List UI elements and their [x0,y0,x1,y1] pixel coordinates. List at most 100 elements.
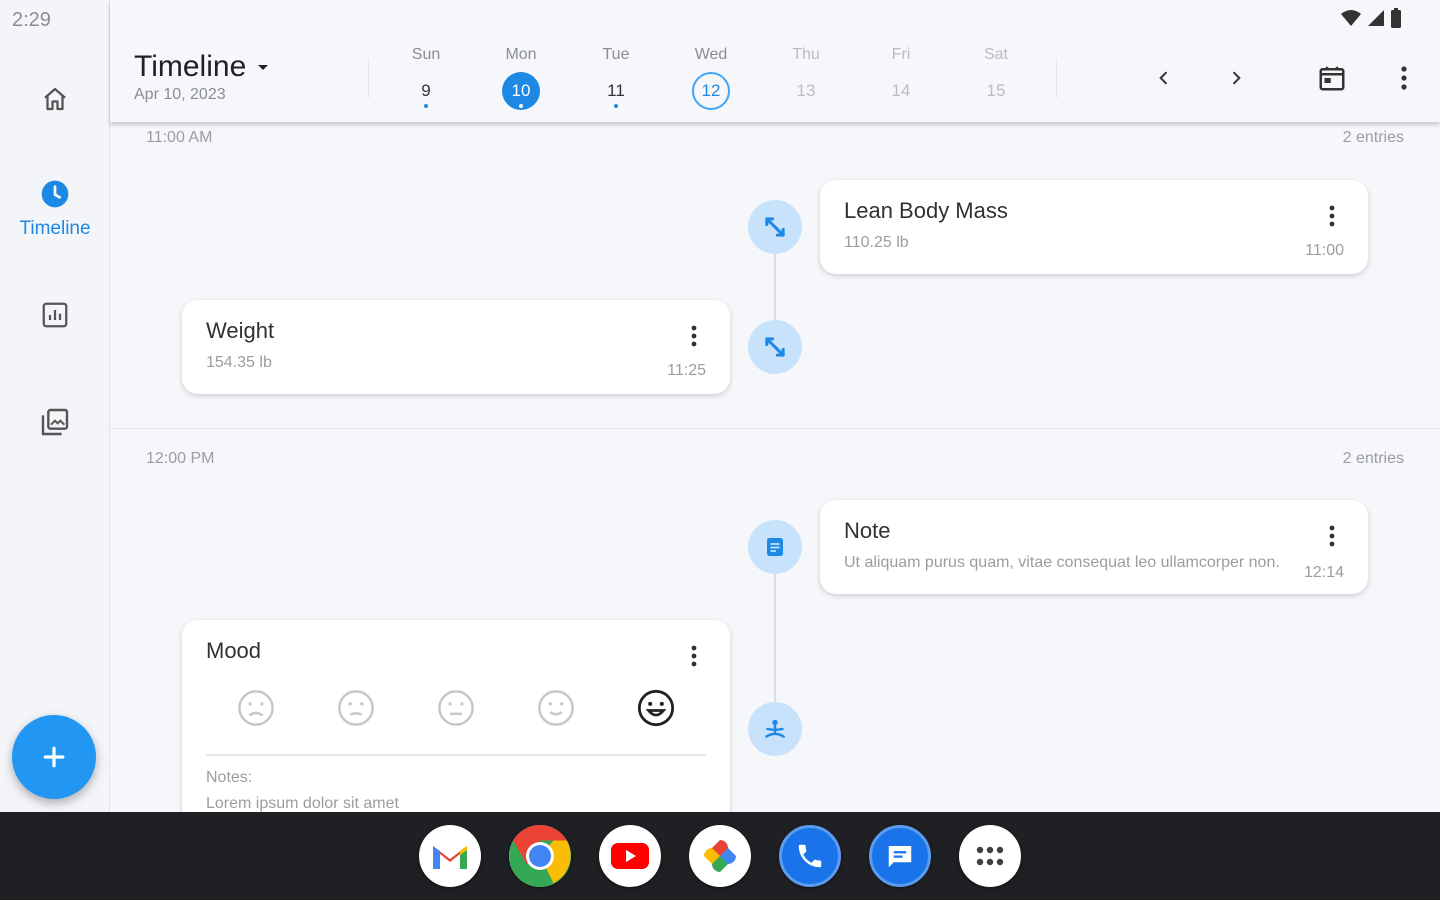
more-vert-icon [1401,66,1407,90]
gallery-icon [41,408,69,436]
messages-icon [888,846,912,868]
entry-card-mood[interactable]: Mood Notes: Lorem ipsum dolor sit amet [182,620,730,812]
gmail-app[interactable] [419,825,481,887]
mood-selector [206,688,706,728]
battery-icon [1391,8,1401,28]
mood-divider [206,754,706,756]
day-sat[interactable]: Sat 15 [966,46,1026,110]
next-week-button[interactable] [1216,58,1256,98]
rail-label-timeline: Timeline [19,218,91,239]
entry-menu-button[interactable] [682,322,706,350]
entry-value: 154.35 lb [206,354,272,371]
entry-menu-button[interactable] [682,642,706,670]
gmail-icon [433,846,467,869]
app-drawer[interactable] [959,825,1021,887]
rail-item-timeline[interactable]: Timeline [0,178,110,240]
page-subtitle-date: Apr 10, 2023 [134,86,226,103]
phone-app[interactable] [779,825,841,887]
day-fri[interactable]: Fri 14 [871,46,931,110]
day-tue[interactable]: Tue 11 [586,46,646,110]
notes-text: Lorem ipsum dolor sit amet [206,795,399,812]
previous-week-button[interactable] [1144,58,1184,98]
mood-very-sad-icon[interactable] [236,688,276,728]
day-wed[interactable]: Wed 12 [681,46,741,110]
arrows-diagonal-icon [765,337,785,357]
messages-app[interactable] [869,825,931,887]
more-vert-icon [1329,525,1335,547]
clock-icon [41,180,69,208]
day-number: 9 [407,72,445,110]
note-icon [767,538,783,556]
overflow-menu-button[interactable] [1384,58,1424,98]
entry-value: 110.25 lb [844,234,909,251]
calendar-icon [1319,66,1345,91]
notes-label: Notes: [206,769,253,786]
mood-sad-icon[interactable] [336,688,376,728]
calendar-button[interactable] [1312,58,1352,98]
entry-card-note[interactable]: Note Ut aliquam purus quam, vitae conseq… [820,500,1368,594]
mood-very-happy-icon[interactable] [636,688,676,728]
mood-happy-icon[interactable] [536,688,576,728]
photos-app[interactable] [689,825,751,887]
taskbar [0,812,1440,900]
day-name: Wed [694,46,728,63]
day-number: 14 [891,81,911,100]
page-title: Timeline [134,50,247,83]
status-icons [1340,8,1402,28]
more-vert-icon [691,645,697,667]
timeline-content: 11:00 AM 2 entries Lean Body Mass 110.25… [110,122,1440,812]
day-number: 11 [597,72,635,110]
top-app-bar: Timeline Apr 10, 2023 Sun 9 Mon 10 Tue 1… [110,0,1440,122]
entry-node-weight[interactable] [748,320,802,374]
timeline-connector [774,572,776,702]
rail-item-gallery[interactable] [0,406,110,438]
chevron-right-icon [1232,71,1241,85]
wifi-icon [1341,10,1361,26]
entry-menu-button[interactable] [1320,202,1344,230]
signal-icon [1368,10,1384,26]
chrome-icon [509,825,571,887]
dropdown-arrow-icon [258,65,269,70]
section-time: 12:00 PM [146,450,215,467]
divider [368,58,369,98]
entry-title: Mood [206,638,262,663]
day-mon[interactable]: Mon 10 [491,46,551,110]
app-drawer-icon [976,846,1004,866]
status-time: 2:29 [12,9,51,31]
bar-chart-icon [42,302,68,328]
navigation-rail: 2:29 Timeline [0,0,110,812]
section-time: 11:00 AM [146,129,213,146]
entry-card-lean-body-mass[interactable]: Lean Body Mass 110.25 lb 11:00 [820,180,1368,274]
rail-item-home[interactable] [0,84,110,114]
day-name: Fri [891,46,911,63]
entry-time: 11:00 [1305,242,1344,259]
section-entry-count: 2 entries [1342,450,1404,467]
phone-icon [798,844,822,868]
entry-node-mood[interactable] [748,702,802,756]
day-name: Sun [411,46,441,63]
section-divider [110,428,1440,429]
entry-title: Weight [206,318,275,343]
timeline-title-dropdown[interactable]: Timeline Apr 10, 2023 [134,50,270,104]
day-name: Tue [602,46,630,63]
mood-neutral-icon[interactable] [436,688,476,728]
day-number: 15 [986,81,1006,100]
arrows-diagonal-icon [765,217,785,237]
entry-time: 12:14 [1303,564,1344,581]
rail-item-stats[interactable] [0,300,110,330]
entry-node-lean-body-mass[interactable] [748,200,802,254]
day-thu[interactable]: Thu 13 [776,46,836,110]
section-header: 11:00 AM 2 entries [146,129,1404,147]
day-number: 13 [796,81,816,100]
day-sun[interactable]: Sun 9 [396,46,456,110]
chrome-app[interactable] [509,825,571,887]
youtube-app[interactable] [599,825,661,887]
entry-node-note[interactable] [748,520,802,574]
entry-card-weight[interactable]: Weight 154.35 lb 11:25 [182,300,730,394]
day-name: Thu [792,46,820,63]
entry-menu-button[interactable] [1320,522,1344,550]
add-entry-button[interactable] [12,715,96,799]
section-header: 12:00 PM 2 entries [146,450,1404,468]
day-number-today: 12 [692,72,730,110]
more-vert-icon [691,325,697,347]
